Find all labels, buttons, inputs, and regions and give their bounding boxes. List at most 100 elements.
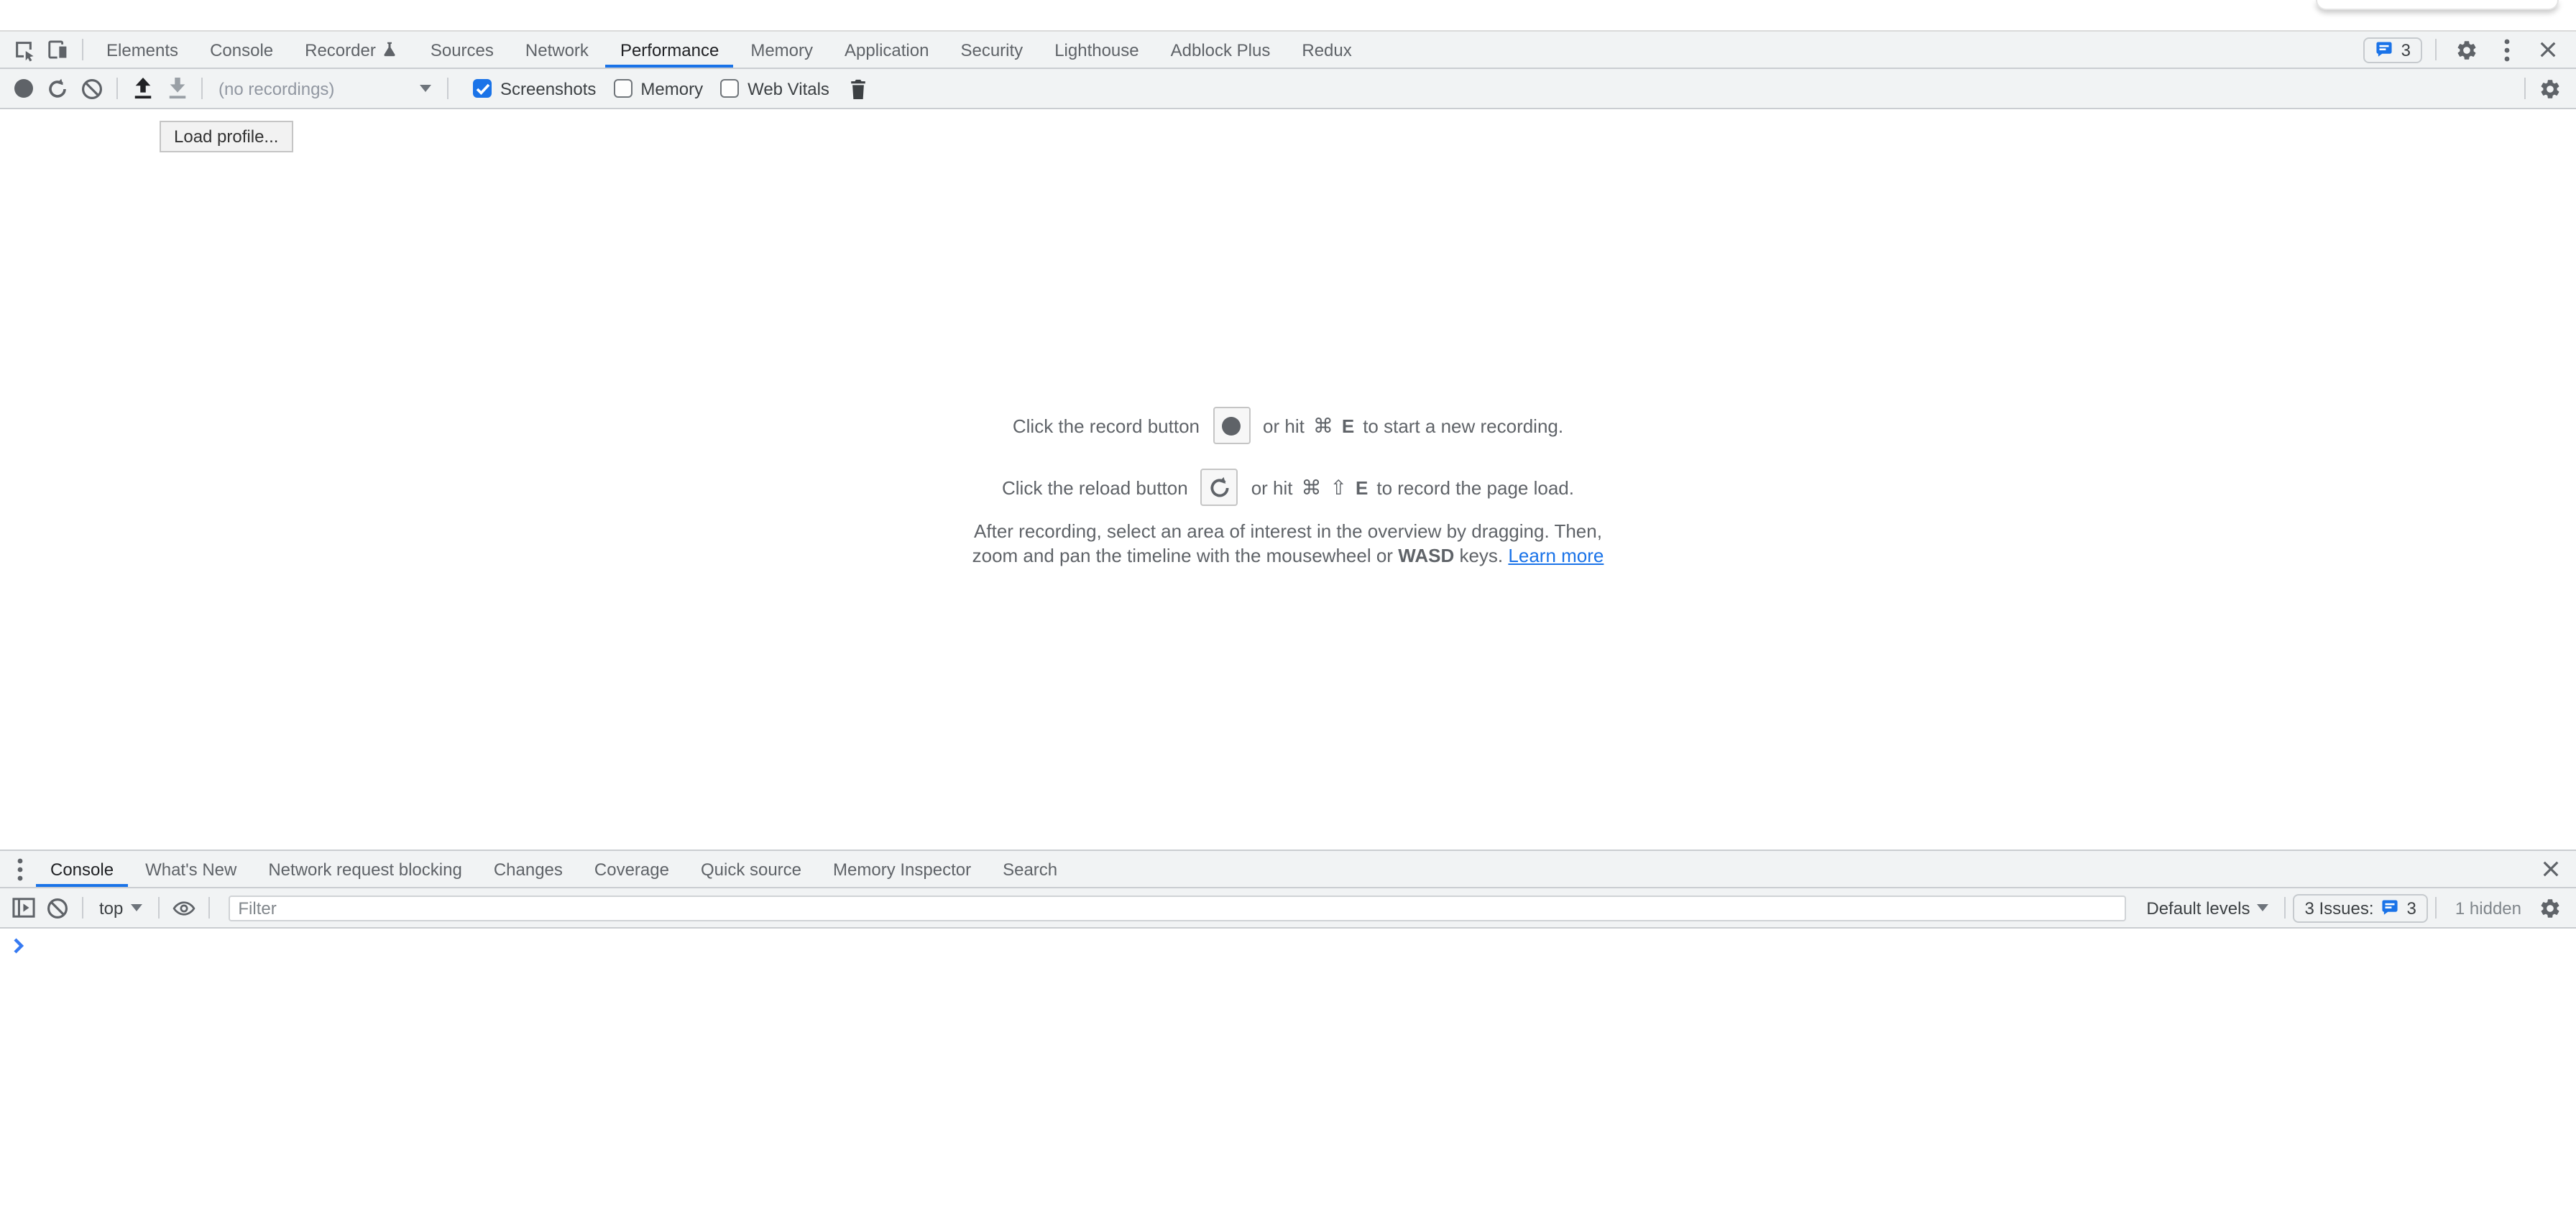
drawer-tab-changes[interactable]: Changes — [479, 851, 577, 887]
web-vitals-checkbox[interactable]: Web Vitals — [720, 78, 829, 98]
close-icon — [2541, 860, 2559, 878]
issues-button[interactable]: 3 Issues: 3 — [2293, 893, 2427, 922]
cmd-key-glyph: ⌘ — [1313, 413, 1333, 438]
save-profile-button[interactable] — [160, 69, 194, 108]
close-drawer-button[interactable] — [2533, 851, 2567, 887]
record-button-inline[interactable] — [1213, 407, 1250, 444]
clear-console-button[interactable] — [40, 888, 75, 927]
console-messages-area[interactable] — [0, 929, 2576, 1206]
tab-adblock-plus[interactable]: Adblock Plus — [1156, 32, 1285, 68]
checkbox-unchecked-icon — [613, 79, 632, 98]
console-sidebar-toggle-button[interactable] — [6, 888, 40, 927]
tab-label: Console — [210, 40, 273, 60]
tab-label: What's New — [145, 859, 236, 879]
sidebar-toggle-icon — [11, 897, 35, 919]
e-key-glyph: E — [1342, 415, 1354, 436]
tab-redux[interactable]: Redux — [1287, 32, 1366, 68]
load-profile-button[interactable] — [125, 69, 160, 108]
drawer-menu-button[interactable] — [6, 851, 34, 887]
load-profile-tooltip: Load profile... — [160, 121, 293, 152]
tab-label: Recorder — [305, 40, 376, 60]
hint-text: zoom and pan the timeline with the mouse… — [972, 545, 1393, 566]
performance-panel: Load profile... Click the record button … — [0, 109, 2576, 850]
recordings-select[interactable]: (no recordings) — [210, 78, 440, 98]
tab-elements[interactable]: Elements — [92, 32, 193, 68]
tab-network[interactable]: Network — [511, 32, 603, 68]
tab-recorder[interactable]: Recorder — [290, 32, 413, 68]
tab-sources[interactable]: Sources — [416, 32, 508, 68]
record-instruction-row: Click the record button or hit ⌘ E to st… — [1013, 407, 1563, 444]
tab-label: Network — [525, 40, 589, 60]
tab-lighthouse[interactable]: Lighthouse — [1040, 32, 1153, 68]
instruction-text: to start a new recording. — [1363, 415, 1563, 436]
log-levels-selector[interactable]: Default levels — [2138, 898, 2277, 918]
devtools-window: Elements Console Recorder Sources Networ… — [0, 0, 2576, 1206]
settings-button[interactable] — [2450, 32, 2484, 68]
clear-icon — [80, 77, 104, 100]
issues-bubble-icon — [2381, 898, 2400, 917]
trash-icon — [848, 77, 868, 100]
shift-key-glyph: ⇧ — [1330, 475, 1347, 500]
instruction-text: or hit — [1251, 477, 1293, 498]
inspect-element-button[interactable] — [6, 32, 40, 68]
record-button[interactable] — [6, 69, 40, 108]
divider — [208, 897, 209, 919]
devtools-menu-button[interactable] — [2490, 32, 2524, 68]
clear-icon — [46, 896, 69, 919]
record-icon — [14, 79, 32, 98]
reload-button-inline[interactable] — [1201, 469, 1238, 506]
performance-toolbar: (no recordings) Screenshots Memory Web V… — [0, 69, 2576, 109]
performance-empty-state: Click the record button or hit ⌘ E to st… — [0, 407, 2576, 568]
reload-and-record-button[interactable] — [40, 69, 75, 108]
usage-hint-paragraph: After recording, select an area of inter… — [972, 519, 1604, 568]
instruction-text: or hit — [1263, 415, 1305, 436]
context-value: top — [99, 898, 123, 918]
tab-label: Sources — [431, 40, 494, 60]
drawer-tab-memory-inspector[interactable]: Memory Inspector — [819, 851, 985, 887]
clear-button[interactable] — [75, 69, 109, 108]
issues-counter-button[interactable]: 3 — [2364, 37, 2422, 63]
reload-instruction-row: Click the reload button or hit ⌘ ⇧ E to … — [1002, 469, 1574, 506]
collect-garbage-button[interactable] — [841, 69, 875, 108]
kebab-menu-icon — [2504, 38, 2510, 61]
tooltip-text: Load profile... — [174, 126, 278, 147]
device-toolbar-button[interactable] — [40, 32, 75, 68]
tab-label: Changes — [494, 859, 563, 879]
close-devtools-button[interactable] — [2530, 32, 2564, 68]
checkbox-checked-icon — [473, 79, 492, 98]
memory-checkbox[interactable]: Memory — [613, 78, 703, 98]
browser-popup-remnant — [2316, 0, 2559, 10]
tab-label: Redux — [1302, 40, 1351, 60]
console-filter-input[interactable] — [228, 895, 2126, 921]
divider — [82, 39, 83, 60]
tab-memory[interactable]: Memory — [736, 32, 827, 68]
screenshots-checkbox[interactable]: Screenshots — [473, 78, 596, 98]
checkbox-label: Memory — [640, 78, 703, 98]
create-live-expression-button[interactable] — [166, 888, 201, 927]
learn-more-link[interactable]: Learn more — [1508, 545, 1604, 566]
record-icon — [1222, 416, 1241, 435]
drawer-tab-network-request-blocking[interactable]: Network request blocking — [254, 851, 476, 887]
tab-label: Performance — [620, 40, 719, 60]
reload-icon — [1208, 475, 1232, 500]
console-prompt[interactable] — [0, 929, 2576, 954]
capture-settings-button[interactable] — [2533, 69, 2567, 108]
download-icon — [166, 76, 188, 101]
tab-console[interactable]: Console — [196, 32, 288, 68]
divider — [116, 78, 118, 99]
tab-label: Quick source — [701, 859, 801, 879]
tab-performance[interactable]: Performance — [606, 32, 733, 68]
drawer-tab-quick-source[interactable]: Quick source — [686, 851, 816, 887]
hint-text: keys. — [1459, 545, 1503, 566]
drawer-tab-whats-new[interactable]: What's New — [131, 851, 251, 887]
drawer-tab-console[interactable]: Console — [36, 851, 128, 887]
tab-application[interactable]: Application — [830, 32, 943, 68]
upload-icon — [132, 76, 153, 101]
tab-security[interactable]: Security — [946, 32, 1037, 68]
tab-label: Network request blocking — [268, 859, 461, 879]
drawer-tab-coverage[interactable]: Coverage — [580, 851, 684, 887]
device-toolbar-icon — [45, 37, 70, 62]
drawer-tab-search[interactable]: Search — [988, 851, 1072, 887]
console-settings-button[interactable] — [2533, 888, 2567, 927]
execution-context-selector[interactable]: top — [91, 898, 150, 918]
